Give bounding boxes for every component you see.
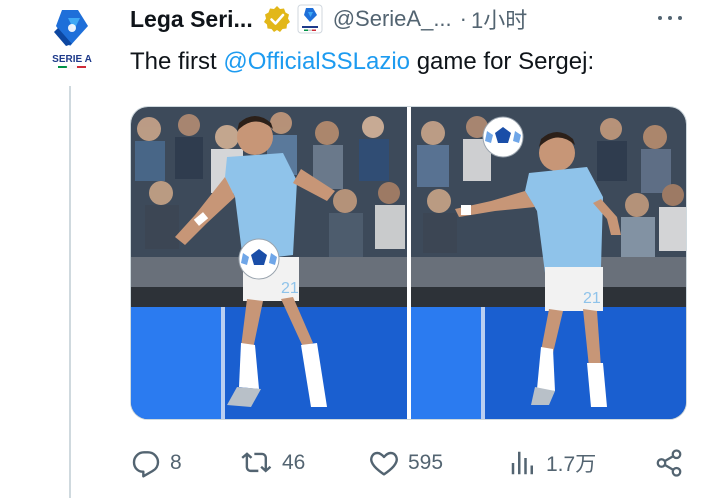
photo-1[interactable]: 21 xyxy=(131,107,407,419)
views-count: 1.7万 xyxy=(546,453,597,476)
photo-2-image: 21 xyxy=(410,107,686,419)
separator-dot: · xyxy=(459,6,467,31)
repost-count: 46 xyxy=(282,451,306,474)
like-button[interactable]: 595 xyxy=(368,446,443,480)
verified-badge-icon xyxy=(263,6,290,32)
reply-count: 8 xyxy=(170,451,182,474)
repost-button[interactable]: 46 xyxy=(240,446,305,480)
avatar[interactable]: SERIE A xyxy=(48,6,96,70)
like-count: 595 xyxy=(408,451,444,474)
mention-link[interactable]: @OfficialSSLazio xyxy=(223,48,410,75)
share-button[interactable] xyxy=(654,446,684,480)
thread-line xyxy=(69,86,71,498)
views-icon xyxy=(511,451,533,475)
tweet-header: Lega Seri... @SerieA_... · 1小时 xyxy=(130,4,527,34)
media-grid: 21 21 xyxy=(130,106,687,420)
handle[interactable]: @SerieA_... xyxy=(333,6,452,32)
action-bar: 8 46 595 1.7万 xyxy=(130,446,690,480)
photo-2[interactable]: 21 xyxy=(410,107,686,419)
share-icon xyxy=(656,449,682,477)
tweet-text-start: The first xyxy=(130,48,224,75)
shirt-number-1: 21 xyxy=(281,280,299,297)
views-button[interactable]: 1.7万 xyxy=(508,446,596,480)
tweet-text: The first @OfficialSSLazio game for Serg… xyxy=(130,48,594,76)
repost-icon xyxy=(241,452,272,473)
reply-icon xyxy=(132,451,160,478)
avatar-logo-text: SERIE A xyxy=(52,54,92,65)
like-icon xyxy=(370,451,398,476)
more-icon[interactable] xyxy=(654,8,686,28)
avatar-column: SERIE A xyxy=(40,0,104,498)
affiliate-badge-icon xyxy=(297,4,323,34)
reply-button[interactable]: 8 xyxy=(130,446,182,480)
timestamp[interactable]: 1小时 xyxy=(471,3,527,35)
shirt-number-2: 21 xyxy=(583,290,601,307)
tweet-text-end: game for Sergej: xyxy=(410,48,595,75)
photo-1-image: 21 xyxy=(131,107,407,419)
display-name[interactable]: Lega Seri... xyxy=(130,6,253,33)
